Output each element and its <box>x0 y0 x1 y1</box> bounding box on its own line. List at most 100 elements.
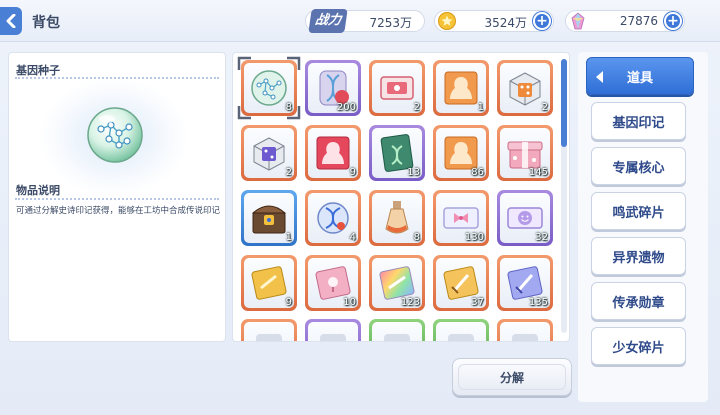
button-inner-frame <box>458 364 566 390</box>
inventory-slot[interactable] <box>497 319 553 341</box>
inventory-slot[interactable]: 13 <box>369 125 425 181</box>
inventory-slot[interactable]: 135 <box>497 255 553 311</box>
back-button[interactable] <box>0 7 22 35</box>
inventory-slot[interactable] <box>305 319 361 341</box>
category-tab-weapon-shards[interactable]: 鸣武碎片 <box>591 192 686 230</box>
inventory-slot[interactable]: 32 <box>497 190 553 246</box>
category-label: 少女碎片 <box>612 340 665 356</box>
decompose-button[interactable]: 分解 <box>452 358 572 396</box>
inventory-slot[interactable]: 123 <box>369 255 425 311</box>
divider <box>15 198 219 200</box>
slot-inner <box>244 322 294 341</box>
power-value: 7253万 <box>369 16 412 30</box>
item-count: 200 <box>336 102 356 113</box>
inventory-slot[interactable]: 10 <box>305 255 361 311</box>
item-count: 8 <box>413 232 420 243</box>
star-coin-icon <box>438 12 456 30</box>
inventory-slot[interactable]: 2 <box>241 125 297 181</box>
crystal-gem-icon <box>571 12 585 30</box>
top-bar: 背包 战力 7253万 3524万 + 27876 + <box>0 0 720 42</box>
category-tab-items[interactable]: 道具 <box>586 57 694 95</box>
inventory-slot[interactable]: 37 <box>433 255 489 311</box>
scrollbar-thumb[interactable] <box>561 59 567 147</box>
add-gems-button[interactable]: + <box>664 12 682 30</box>
gene-seed-orb-icon <box>87 107 143 163</box>
category-sidebar: 道具 基因印记 专属核心 鸣武碎片 异界遗物 传承勋章 少女碎片 <box>578 52 708 402</box>
divider <box>15 77 219 79</box>
inventory-slot[interactable]: 200 <box>305 60 361 116</box>
page-title: 背包 <box>32 15 60 31</box>
slot-inner <box>372 322 422 341</box>
add-coins-button[interactable]: + <box>533 12 551 30</box>
category-label: 专属核心 <box>612 160 665 176</box>
gem-display: 27876 + <box>565 10 685 32</box>
item-grid: 8 200 2 1 2 2 9 13 86 145 1 4 8 130 32 9 10 123 37 135 <box>232 52 570 342</box>
chevron-left-icon <box>6 14 16 28</box>
item-count: 1 <box>477 102 484 113</box>
partial-item-icon <box>384 334 410 341</box>
slot-inner <box>308 322 358 341</box>
category-tab-gene-imprint[interactable]: 基因印记 <box>591 102 686 140</box>
item-count: 9 <box>349 167 356 178</box>
power-label: 战力 <box>308 9 348 33</box>
partial-item-icon <box>256 334 282 341</box>
category-label: 传承勋章 <box>612 295 665 311</box>
category-label: 道具 <box>626 70 653 86</box>
category-tab-relics[interactable]: 异界遗物 <box>591 237 686 275</box>
item-count: 9 <box>285 297 292 308</box>
power-display: 战力 7253万 <box>305 9 425 33</box>
inventory-slot[interactable]: 86 <box>433 125 489 181</box>
category-label: 基因印记 <box>612 115 665 131</box>
inventory-slot[interactable]: 1 <box>433 60 489 116</box>
partial-item-icon <box>512 334 538 341</box>
inventory-slot[interactable]: 9 <box>241 255 297 311</box>
item-count: 32 <box>535 232 548 243</box>
item-count: 4 <box>349 232 356 243</box>
item-count: 86 <box>471 167 484 178</box>
item-count: 2 <box>285 167 292 178</box>
partial-item-icon <box>320 334 346 341</box>
item-count: 135 <box>528 297 548 308</box>
category-label: 异界遗物 <box>612 250 665 266</box>
item-count: 123 <box>400 297 420 308</box>
plus-icon: + <box>536 13 548 29</box>
description-title: 物品说明 <box>16 184 60 197</box>
item-detail-panel: 基因种子 物品说明 可通过分解史诗印记获得，能够在工坊中合成传说印记 <box>8 52 226 342</box>
inventory-slot[interactable] <box>433 319 489 341</box>
category-tab-medals[interactable]: 传承勋章 <box>591 282 686 320</box>
inventory-slot[interactable]: 4 <box>305 190 361 246</box>
plus-icon: + <box>667 13 679 29</box>
item-count: 2 <box>541 102 548 113</box>
inventory-slot[interactable]: 9 <box>305 125 361 181</box>
item-count: 130 <box>464 232 484 243</box>
caret-left-icon <box>596 71 603 83</box>
slot-inner <box>436 322 486 341</box>
inventory-slot[interactable] <box>369 319 425 341</box>
inventory-slot[interactable]: 1 <box>241 190 297 246</box>
item-count: 37 <box>471 297 484 308</box>
gem-value: 27876 <box>619 14 658 28</box>
inventory-slot[interactable]: 2 <box>497 60 553 116</box>
partial-item-icon <box>448 334 474 341</box>
item-count: 145 <box>528 167 548 178</box>
item-name: 基因种子 <box>16 64 60 77</box>
inventory-slot[interactable]: 8 <box>237 56 301 120</box>
inventory-slot[interactable]: 145 <box>497 125 553 181</box>
inventory-slot[interactable] <box>241 319 297 341</box>
category-tab-exclusive-core[interactable]: 专属核心 <box>591 147 686 185</box>
inventory-slot[interactable]: 130 <box>433 190 489 246</box>
item-count: 8 <box>285 102 292 113</box>
grid-scrollbar[interactable] <box>561 59 567 333</box>
coin-display: 3524万 + <box>434 10 554 32</box>
item-count: 2 <box>413 102 420 113</box>
item-count: 10 <box>343 297 356 308</box>
category-label: 鸣武碎片 <box>612 205 665 221</box>
category-tab-girl-shards[interactable]: 少女碎片 <box>591 327 686 365</box>
item-count: 13 <box>407 167 420 178</box>
inventory-slot[interactable]: 2 <box>369 60 425 116</box>
slot-inner <box>500 322 550 341</box>
coin-value: 3524万 <box>484 16 527 30</box>
item-description: 可通过分解史诗印记获得，能够在工坊中合成传说印记 <box>16 206 221 216</box>
inventory-slot[interactable]: 8 <box>369 190 425 246</box>
item-count: 1 <box>285 232 292 243</box>
